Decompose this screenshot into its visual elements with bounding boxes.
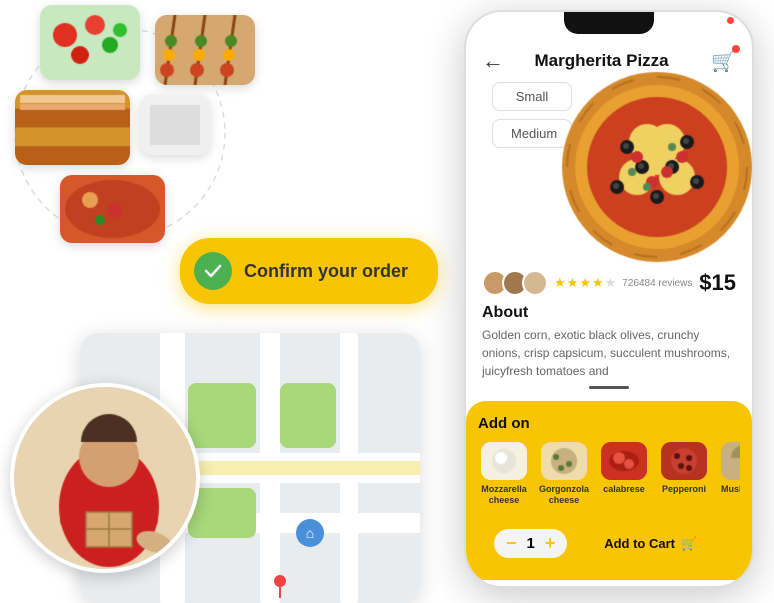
food-tile-3 [15, 90, 130, 165]
confirm-order-button[interactable]: Confirm your order [180, 238, 438, 304]
food-grid [0, 0, 290, 230]
addon-img-1 [481, 442, 527, 480]
about-section: About Golden corn, exotic black olives, … [466, 304, 752, 397]
bottom-bar: − 1 + Add to Cart 🛒 [478, 516, 740, 572]
addon-items-list: Mozzarella cheese Gorgonzola cheese cala… [478, 442, 740, 506]
scene: ⌂ Confirm your order ← Margherita Pizza [0, 0, 774, 603]
about-title: About [482, 304, 736, 322]
food-tile-5 [60, 175, 165, 243]
addon-mozzarella[interactable]: Mozzarella cheese [478, 442, 530, 506]
addon-calabrese[interactable]: calabrese [598, 442, 650, 506]
addon-label-3: calabrese [603, 484, 645, 495]
addon-label-5: Mushroom [721, 484, 740, 495]
star-1: ★ [554, 275, 566, 291]
delivery-photo [10, 383, 200, 573]
add-to-cart-button[interactable]: Add to Cart 🛒 [577, 526, 724, 562]
addon-label-2: Gorgonzola cheese [538, 484, 590, 506]
phone-status [727, 17, 734, 24]
product-hero: Small Medium [466, 82, 752, 262]
addon-gorgonzola[interactable]: Gorgonzola cheese [538, 442, 590, 506]
pizza-image [557, 67, 752, 267]
cart-badge [732, 45, 740, 53]
status-dot [727, 17, 734, 24]
food-tile-4 [140, 95, 210, 155]
quantity-value: 1 [527, 535, 535, 552]
addon-img-5 [721, 442, 740, 480]
svg-text:⌂: ⌂ [306, 525, 314, 541]
addon-pepperoni[interactable]: Pepperoni [658, 442, 710, 506]
review-count: 726484 reviews [622, 278, 692, 289]
app-screen: ← Margherita Pizza 🛒 Small Medium [466, 36, 752, 586]
star-rating: ★ ★ ★ ★ ★ [554, 275, 616, 291]
addon-label-4: Pepperoni [662, 484, 706, 495]
star-4: ★ [592, 275, 604, 291]
avatar-group [482, 270, 548, 296]
about-text: Golden corn, exotic black olives, crunch… [482, 326, 736, 380]
food-tile-2 [155, 15, 255, 85]
cart-btn-icon: 🛒 [681, 536, 697, 552]
avatar-3 [522, 270, 548, 296]
addon-img-2 [541, 442, 587, 480]
star-3: ★ [579, 275, 591, 291]
minus-button[interactable]: − [506, 533, 517, 554]
add-to-cart-label: Add to Cart [604, 536, 675, 551]
food-tile-1 [40, 5, 140, 80]
star-2: ★ [567, 275, 579, 291]
star-5: ★ [605, 275, 617, 291]
price-label: $15 [699, 270, 736, 296]
phone-mockup: ← Margherita Pizza 🛒 Small Medium [464, 10, 754, 588]
phone-notch [564, 12, 654, 34]
addon-mushroom[interactable]: Mushroom [718, 442, 740, 506]
addon-label-1: Mozzarella cheese [478, 484, 530, 506]
addon-title: Add on [478, 415, 740, 432]
check-icon [194, 252, 232, 290]
addon-img-3 [601, 442, 647, 480]
addon-img-4 [661, 442, 707, 480]
quantity-control: − 1 + [494, 529, 567, 558]
section-divider [589, 386, 629, 389]
confirm-order-label: Confirm your order [244, 261, 408, 282]
plus-button[interactable]: + [545, 533, 556, 554]
reviews-row: ★ ★ ★ ★ ★ 726484 reviews $15 [466, 262, 752, 304]
addon-section: Add on Mozzarella cheese Gorgonzola chee… [466, 401, 752, 580]
